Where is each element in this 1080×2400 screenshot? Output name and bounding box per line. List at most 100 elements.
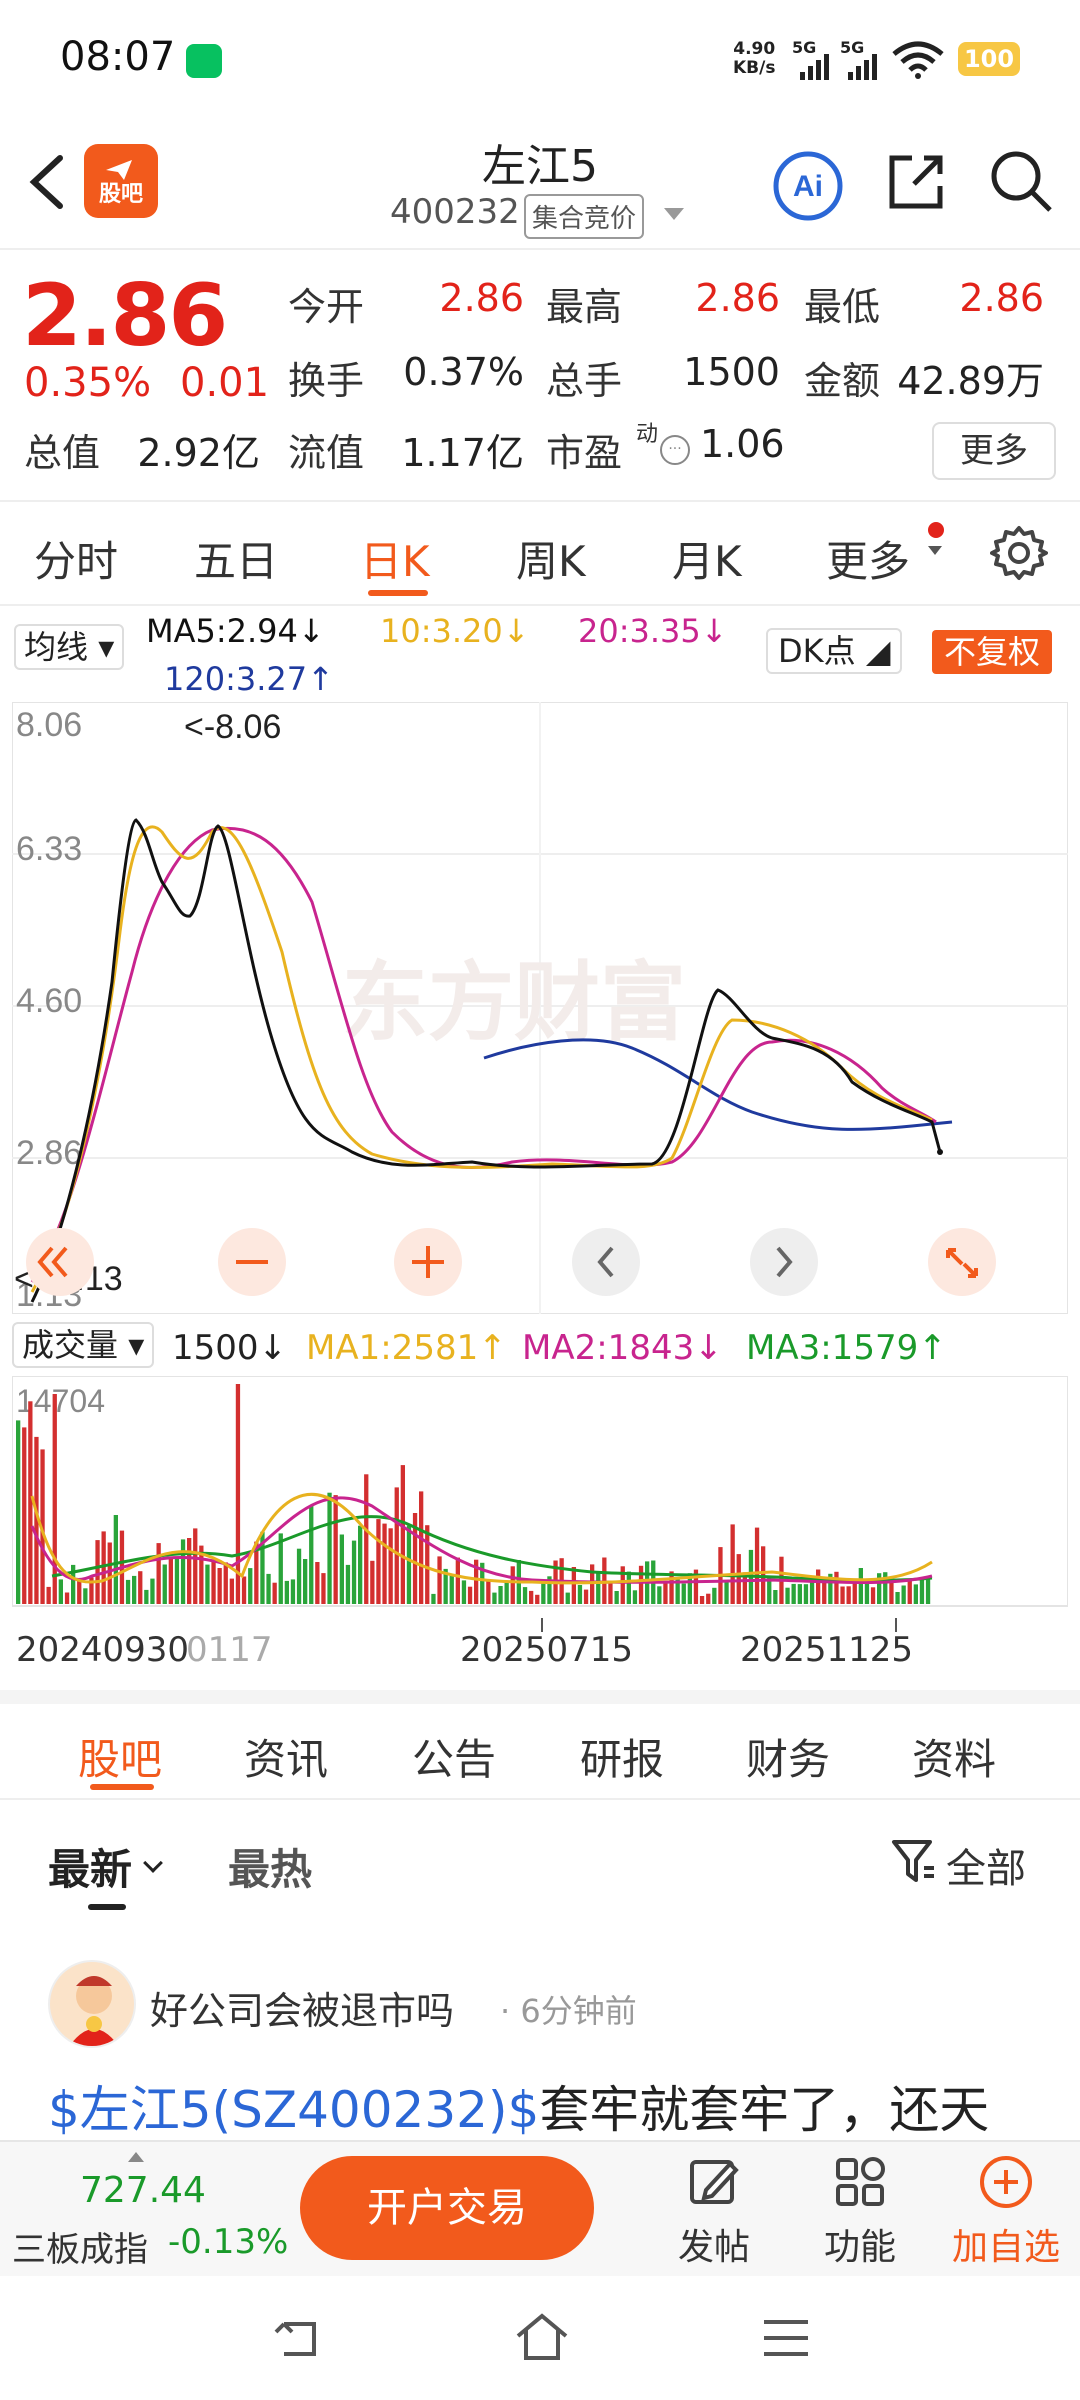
search-icon[interactable] [988,148,1054,214]
volume-bar [852,1581,857,1604]
turnover-value: 0.37% [403,350,524,394]
tab-more[interactable]: 更多 [826,528,910,589]
post-button[interactable]: 发帖 [654,2154,774,2270]
vol-ma2-legend: MA2:1843↓ [522,1328,723,1368]
zoom-in-button[interactable] [394,1228,462,1296]
float-cap-value: 1.17亿 [401,431,524,475]
date-label: 0117 [186,1630,273,1670]
sort-hot[interactable]: 最热 [228,1836,312,1897]
scroll-left-button[interactable] [572,1228,640,1296]
vol-ma3-legend: MA3:1579↑ [746,1328,947,1368]
date-axis: 20240930 0117 20250715 20251125 [0,1618,1080,1678]
max-price-annotation: <-8.06 [184,708,281,746]
back-arrow-icon[interactable] [22,152,72,212]
ma-type-select[interactable]: 均线 ▾ [14,624,125,670]
system-navigation-bar [0,2276,1080,2400]
tab-monthly-k[interactable]: 月K [672,528,742,589]
filter-icon[interactable] [890,1836,936,1886]
tab-five-day[interactable]: 五日 [194,528,278,589]
filter-all[interactable]: 全部 [946,1836,1026,1894]
volume-bar [266,1573,271,1604]
functions-button[interactable]: 功能 [800,2154,920,2270]
tab-announcements[interactable]: 公告 [412,1726,496,1787]
index-change[interactable]: -0.13% [168,2222,288,2262]
ai-icon[interactable]: Ai [772,150,844,222]
volume-bar [925,1577,931,1604]
menu-nav-icon[interactable] [758,2310,814,2366]
stock-header: 股吧 左江5 400232 集合竞价 Ai [0,120,1080,250]
y-tick: 8.06 [16,706,82,744]
kline-chart[interactable]: 东方财富 8.06 6.33 4.60 2.86 1.13 <-8.06 <--… [12,702,1068,1314]
volume-bar [95,1540,100,1604]
tab-finance[interactable]: 财务 [746,1726,830,1787]
share-icon[interactable] [884,150,948,214]
avatar[interactable] [48,1960,136,2048]
chevron-down-icon[interactable] [143,1853,163,1873]
volume-bar [486,1579,491,1604]
tab-research[interactable]: 研报 [580,1726,664,1787]
info-icon[interactable]: ··· [660,435,690,465]
volume-bar [541,1582,546,1604]
post-content[interactable]: $左江5(SZ400232)$套牢就套牢了，还天 [48,2070,1048,2142]
volume-bar [870,1587,876,1604]
dk-point-select[interactable]: DK点 ◢ [766,628,903,674]
tab-guba[interactable]: 股吧 [78,1726,162,1787]
volume-indicator-select[interactable]: 成交量 ▾ [12,1322,155,1368]
volume-bar [248,1568,253,1604]
caret-up-icon[interactable] [128,2152,144,2162]
volume-bar [358,1525,363,1604]
no-adjust-toggle[interactable]: 不复权 [932,630,1053,674]
caret-down-icon[interactable] [928,546,942,555]
volume-bar [290,1579,296,1604]
volume-bar [797,1584,802,1604]
volume-bar [449,1574,454,1604]
volume-bar [296,1548,302,1604]
zoom-out-button[interactable] [218,1228,286,1296]
status-time: 08:07 [60,34,176,80]
volume-bar [370,1560,375,1604]
open-account-trade-button[interactable]: 开户交易 [300,2156,594,2260]
index-name[interactable]: 三板成指 [12,2222,148,2271]
volume-bar [174,1557,180,1604]
post-author[interactable]: 好公司会被退市吗 [150,1980,454,2035]
scroll-left-fast-button[interactable] [26,1228,94,1296]
active-tab-indicator [368,590,428,596]
sort-latest[interactable]: 最新 [48,1836,132,1897]
volume-bar [736,1554,741,1604]
fullscreen-button[interactable] [928,1228,996,1296]
volume-bar [46,1586,51,1604]
volume-bar [58,1579,63,1604]
home-nav-icon[interactable] [514,2310,570,2366]
tab-news[interactable]: 资讯 [244,1726,328,1787]
tab-daily-k[interactable]: 日K [360,528,430,589]
guba-logo[interactable]: 股吧 [84,144,158,218]
add-watchlist-button[interactable]: 加自选 [946,2154,1066,2270]
volume-legend: 成交量 ▾ 1500↓ MA1:2581↑ MA2:1843↓ MA3:1579… [0,1316,1080,1376]
volume-bar [400,1465,405,1604]
volume-bar [858,1568,863,1604]
caret-down-icon[interactable] [664,208,684,220]
post-item[interactable]: 好公司会被退市吗 · 6分钟前 $左江5(SZ400232)$套牢就套牢了，还天 [0,1950,1080,2150]
more-quote-button[interactable]: 更多 [932,422,1056,480]
gear-icon[interactable] [990,524,1048,582]
volume-label: 总手 [546,359,623,403]
volume-bar [754,1527,760,1604]
volume-bar [339,1534,344,1604]
tab-intraday[interactable]: 分时 [34,528,118,589]
stock-tag-link[interactable]: $左江5(SZ400232)$ [48,2081,539,2139]
low-label: 最低 [804,285,881,329]
index-value[interactable]: 727.44 [80,2170,206,2211]
auction-status-badge[interactable]: 集合竞价 [524,194,645,239]
back-nav-icon[interactable] [270,2310,326,2366]
section-tabs: 股吧 资讯 公告 研报 财务 资料 [0,1704,1080,1800]
tab-profile[interactable]: 资料 [912,1726,996,1787]
tab-weekly-k[interactable]: 周K [516,528,586,589]
volume-bar [706,1593,711,1604]
volume-chart[interactable]: 14704 [12,1376,1068,1616]
bottom-action-bar: 727.44 三板成指 -0.13% 开户交易 发帖 功能 加自选 [0,2140,1080,2276]
volume-bar [162,1564,167,1604]
volume-bar [107,1542,112,1604]
scroll-right-button[interactable] [750,1228,818,1296]
volume-bar [278,1533,283,1604]
volume-bar [834,1571,839,1604]
